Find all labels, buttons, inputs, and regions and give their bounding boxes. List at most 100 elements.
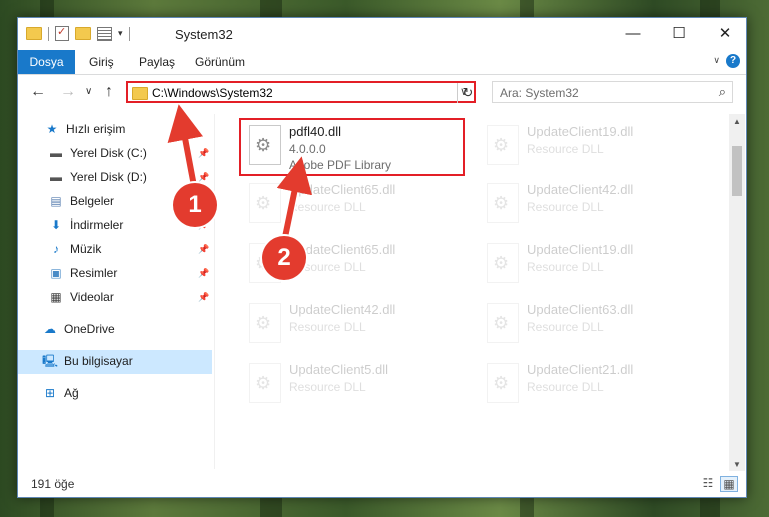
file-item[interactable]: ⚙ UpdateClient63.dll Resource DLL bbox=[477, 298, 697, 356]
sidebar-item-label: Videolar bbox=[70, 290, 114, 304]
tab-gorunum[interactable]: Görünüm bbox=[195, 50, 245, 74]
pin-icon[interactable]: 📌 bbox=[198, 238, 209, 260]
file-name: UpdateClient42.dll bbox=[527, 182, 634, 197]
file-item[interactable]: ⚙ UpdateClient5.dll Resource DLL bbox=[239, 358, 459, 416]
dll-file-icon: ⚙ bbox=[487, 243, 519, 283]
quick-access-toolbar: ▾ bbox=[26, 25, 130, 41]
step-marker-2: 2 bbox=[262, 236, 306, 280]
file-name: UpdateClient21.dll bbox=[527, 362, 634, 377]
sidebar-item-local-disk-d[interactable]: ▬ Yerel Disk (D:) bbox=[48, 166, 147, 188]
sidebar-item-local-disk-c[interactable]: ▬ Yerel Disk (C:) bbox=[48, 142, 147, 164]
expand-ribbon-chevron-icon[interactable]: ∨ bbox=[713, 55, 720, 66]
divider bbox=[48, 26, 49, 41]
pin-icon[interactable]: 📌 bbox=[198, 262, 209, 284]
sidebar-item-downloads[interactable]: ⬇ İndirmeler bbox=[48, 214, 123, 236]
gear-icon: ⚙ bbox=[255, 313, 272, 333]
address-bar[interactable]: C:\Windows\System32 ∨ bbox=[126, 81, 476, 103]
file-description: Resource DLL bbox=[289, 320, 366, 334]
documents-icon: ▤ bbox=[50, 194, 62, 208]
minimize-button[interactable]: — bbox=[610, 18, 656, 50]
recent-locations-chevron-icon[interactable]: ∨ bbox=[85, 86, 92, 97]
window-title: System32 bbox=[175, 27, 233, 42]
properties-check-icon[interactable] bbox=[55, 25, 69, 41]
refresh-icon[interactable]: ↻ bbox=[457, 83, 478, 103]
dll-file-icon: ⚙ bbox=[487, 183, 519, 223]
scroll-up-arrow-icon[interactable]: ▲ bbox=[729, 114, 745, 130]
file-description: Resource DLL bbox=[527, 380, 604, 394]
sidebar-item-label: Müzik bbox=[70, 242, 102, 256]
dll-file-icon: ⚙ bbox=[487, 363, 519, 403]
file-item[interactable]: ⚙ UpdateClient65.dll Resource DLL bbox=[239, 178, 459, 236]
help-icon[interactable]: ? bbox=[726, 54, 740, 68]
gear-icon: ⚙ bbox=[493, 313, 510, 333]
sidebar-item-videos[interactable]: ▦ Videolar bbox=[48, 286, 114, 308]
pin-icon[interactable]: 📌 bbox=[198, 286, 209, 308]
tab-paylas[interactable]: Paylaş bbox=[139, 50, 175, 74]
pane-divider[interactable] bbox=[214, 114, 215, 469]
music-icon: ♪ bbox=[53, 242, 59, 256]
tab-dosya[interactable]: Dosya bbox=[18, 50, 75, 74]
gear-icon: ⚙ bbox=[493, 253, 510, 273]
file-description: Resource DLL bbox=[527, 142, 604, 156]
up-arrow-icon[interactable]: ↑ bbox=[105, 83, 113, 101]
search-icon[interactable]: ⌕ bbox=[719, 84, 726, 100]
gear-icon: ⚙ bbox=[493, 193, 510, 213]
navigation-bar: ← → ∨ ↑ C:\Windows\System32 ∨ ↻ Ara: Sys… bbox=[18, 75, 746, 111]
pin-icon[interactable]: 📌 bbox=[198, 142, 209, 164]
vertical-scrollbar[interactable]: ▲ ▼ bbox=[729, 114, 745, 473]
file-item[interactable]: ⚙ UpdateClient21.dll Resource DLL bbox=[477, 358, 697, 416]
address-path[interactable]: C:\Windows\System32 bbox=[152, 86, 273, 100]
gear-icon: ⚙ bbox=[493, 135, 510, 155]
drive-icon: ▬ bbox=[50, 146, 62, 160]
dll-file-icon: ⚙ bbox=[487, 125, 519, 165]
folder-icon bbox=[132, 87, 148, 100]
customize-toolbar-chevron-icon[interactable]: ▾ bbox=[118, 28, 123, 39]
sidebar-item-music[interactable]: ♪ Müzik bbox=[48, 238, 101, 260]
close-button[interactable]: ✕ bbox=[702, 18, 748, 50]
sidebar-item-label: Resimler bbox=[70, 266, 118, 280]
file-item[interactable]: ⚙ UpdateClient19.dll Resource DLL bbox=[477, 120, 697, 178]
sidebar-item-quick-access[interactable]: ★ Hızlı erişim bbox=[44, 118, 126, 140]
gear-icon: ⚙ bbox=[255, 193, 272, 213]
status-bar: 191 öğe ☷ ▦ bbox=[18, 471, 746, 497]
gear-icon: ⚙ bbox=[255, 373, 272, 393]
sidebar-item-this-pc[interactable]: 🖳 Bu bilgisayar bbox=[42, 350, 133, 372]
file-item[interactable]: ⚙ UpdateClient19.dll Resource DLL bbox=[477, 238, 697, 296]
sidebar-item-pictures[interactable]: ▣ Resimler bbox=[48, 262, 117, 284]
pictures-icon: ▣ bbox=[50, 266, 62, 280]
item-count: 191 öğe bbox=[31, 477, 75, 491]
file-name: UpdateClient63.dll bbox=[527, 302, 634, 317]
sidebar-item-network[interactable]: ⊞ Ağ bbox=[42, 382, 79, 404]
cloud-icon: ☁ bbox=[44, 322, 56, 336]
download-icon: ⬇ bbox=[50, 218, 62, 232]
star-icon: ★ bbox=[46, 122, 58, 136]
file-name: UpdateClient19.dll bbox=[527, 124, 634, 139]
file-description: Resource DLL bbox=[289, 380, 366, 394]
sidebar-item-label: Yerel Disk (D:) bbox=[70, 170, 147, 184]
dll-file-icon: ⚙ bbox=[249, 363, 281, 403]
file-item[interactable]: ⚙ UpdateClient42.dll Resource DLL bbox=[239, 298, 459, 356]
maximize-button[interactable]: ☐ bbox=[656, 18, 702, 50]
tab-giris[interactable]: Giriş bbox=[89, 50, 114, 74]
divider bbox=[128, 26, 130, 41]
file-description: Resource DLL bbox=[527, 320, 604, 334]
sidebar-item-documents[interactable]: ▤ Belgeler bbox=[48, 190, 114, 212]
details-view-icon[interactable]: ☷ bbox=[700, 476, 716, 490]
dll-file-icon: ⚙ bbox=[249, 303, 281, 343]
back-arrow-icon[interactable]: ← bbox=[30, 83, 46, 101]
file-description: Resource DLL bbox=[289, 200, 366, 214]
network-icon: ⊞ bbox=[44, 386, 56, 400]
new-folder-icon[interactable] bbox=[75, 27, 91, 40]
view-details-icon[interactable] bbox=[97, 26, 112, 41]
file-item[interactable]: ⚙ UpdateClient42.dll Resource DLL bbox=[477, 178, 697, 236]
scrollbar-thumb[interactable] bbox=[732, 146, 742, 196]
sidebar-item-label: Yerel Disk (C:) bbox=[70, 146, 147, 160]
sidebar-item-label: Belgeler bbox=[70, 194, 115, 208]
forward-arrow-icon[interactable]: → bbox=[60, 83, 76, 101]
folder-icon bbox=[26, 27, 42, 40]
large-icons-view-icon[interactable]: ▦ bbox=[720, 476, 738, 492]
ribbon-tabs: Dosya Giriş Paylaş Görünüm ∨ ? bbox=[18, 50, 746, 75]
step-marker-1: 1 bbox=[173, 183, 217, 227]
sidebar-item-onedrive[interactable]: ☁ OneDrive bbox=[42, 318, 115, 340]
search-input[interactable]: Ara: System32 ⌕ bbox=[492, 81, 733, 103]
